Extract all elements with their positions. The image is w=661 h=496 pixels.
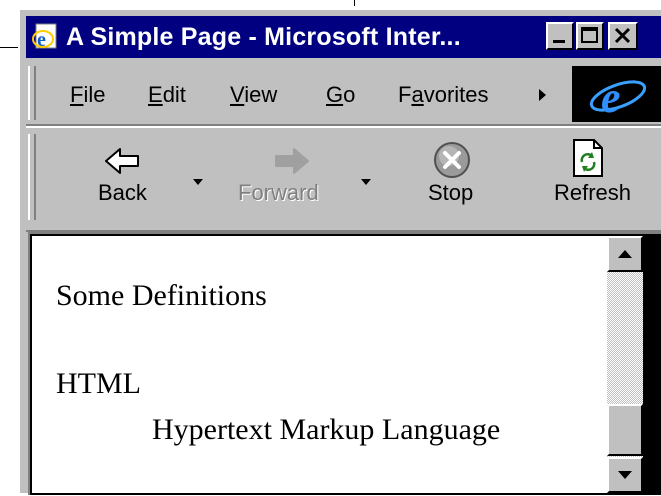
menu-favorites-rest: vorites (423, 82, 489, 107)
refresh-button[interactable]: Refresh (526, 128, 656, 228)
minimize-button[interactable] (546, 22, 574, 50)
ie-page-icon: e (32, 23, 57, 51)
menu-more-icon[interactable] (538, 88, 548, 102)
close-icon (614, 27, 631, 44)
menu-view-rest: iew (244, 82, 278, 107)
forward-arrow-icon (275, 148, 309, 174)
toolbar-grip[interactable] (28, 134, 36, 220)
menu-go-accel: G (326, 82, 344, 107)
definition-description: Hypertext Markup Language (152, 413, 501, 446)
ie-logo-icon: e (589, 73, 647, 122)
maximize-icon (581, 27, 598, 43)
menu-file-accel: F (70, 82, 84, 107)
forward-button[interactable]: Forward (226, 128, 366, 228)
close-button[interactable] (608, 22, 638, 50)
back-label: Back (98, 180, 147, 205)
refresh-label: Refresh (554, 180, 632, 205)
vertical-scrollbar[interactable] (607, 236, 643, 493)
menu-edit-accel: E (148, 82, 163, 107)
refresh-icon (573, 139, 603, 177)
page-heading: Some Definitions (56, 279, 267, 312)
scroll-down-button[interactable] (607, 457, 643, 493)
menu-grip[interactable] (28, 66, 36, 120)
menu-bar: File Edit View Go Favorites e (26, 62, 661, 126)
title-bar[interactable]: e A Simple Page - Microsoft Inter... (26, 16, 661, 58)
scroll-up-icon (618, 250, 632, 258)
maximize-button[interactable] (576, 22, 604, 50)
menu-edit-rest: dit (162, 82, 186, 107)
definition-term: HTML (56, 367, 141, 400)
stop-button[interactable]: Stop (406, 128, 506, 228)
menu-favorites-pre: F (398, 82, 412, 107)
menu-favorites-accel: a (411, 82, 424, 107)
menu-view-accel: V (230, 82, 245, 107)
back-button[interactable]: Back (76, 128, 196, 228)
scroll-up-button[interactable] (607, 236, 643, 272)
desktop-tick (354, 0, 355, 6)
scroll-down-icon (618, 471, 632, 479)
content-frame: Some Definitions HTML Hypertext Markup L… (28, 232, 661, 495)
menu-go-rest: o (343, 82, 356, 107)
standard-toolbar: Back Forward Stop Refresh (26, 126, 661, 232)
ie-logo: e (572, 66, 661, 122)
menu-file[interactable]: File (70, 82, 105, 108)
menu-file-rest: ile (83, 82, 106, 107)
stop-label: Stop (428, 180, 474, 205)
window-title: A Simple Page - Microsoft Inter... (66, 23, 461, 51)
menu-edit[interactable]: Edit (148, 82, 186, 108)
forward-label: Forward (238, 180, 319, 205)
svg-text:e: e (601, 73, 621, 122)
forward-dropdown-icon[interactable] (360, 178, 372, 186)
scroll-thumb[interactable] (607, 404, 643, 456)
menu-go[interactable]: Go (326, 82, 355, 108)
browser-window: e A Simple Page - Microsoft Inter... Fil… (18, 8, 661, 495)
menu-favorites[interactable]: Favorites (398, 82, 489, 108)
back-arrow-icon (105, 148, 139, 174)
page-content[interactable]: Some Definitions HTML Hypertext Markup L… (32, 236, 607, 493)
svg-text:e: e (37, 29, 46, 51)
minimize-icon (553, 40, 565, 43)
stop-icon (434, 142, 470, 178)
back-dropdown-icon[interactable] (192, 178, 204, 186)
menu-view[interactable]: View (230, 82, 277, 108)
